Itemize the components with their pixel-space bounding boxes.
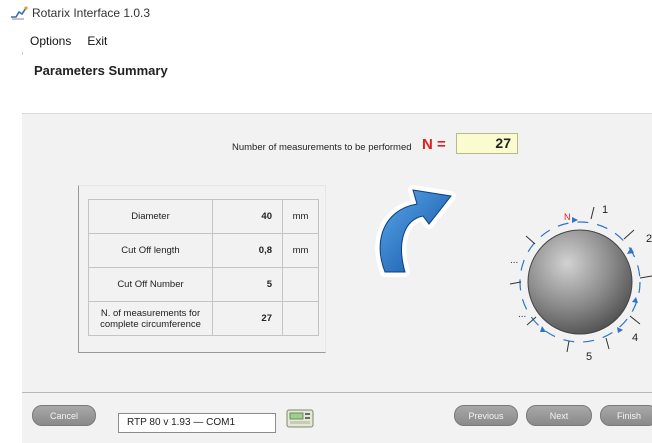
parameters-table: Diameter 40 mm Cut Off length 0,8 mm Cut… <box>88 199 319 336</box>
table-row: Cut Off length 0,8 mm <box>88 233 319 268</box>
position-label-2: 2 <box>646 233 652 245</box>
param-unit <box>282 267 319 302</box>
menu-bar: Options Exit <box>0 30 652 52</box>
ellipsis-lower: ... <box>518 309 526 320</box>
position-label-4: 4 <box>632 332 638 344</box>
previous-button[interactable]: Previous <box>454 405 518 426</box>
param-unit: mm <box>282 233 319 268</box>
param-unit: mm <box>282 199 319 234</box>
param-value: 40 <box>212 199 283 234</box>
ellipsis-upper: ... <box>510 255 518 266</box>
window-title: Rotarix Interface 1.0.3 <box>32 6 151 20</box>
param-unit <box>282 301 319 336</box>
param-name: N. of measurements for complete circumfe… <box>88 301 213 336</box>
footer-bar: Cancel RTP 80 v 1.93 — COM1 Previous Nex… <box>22 392 652 443</box>
param-value: 0,8 <box>212 233 283 268</box>
device-status-field: RTP 80 v 1.93 — COM1 <box>118 413 276 433</box>
table-row: N. of measurements for complete circumfe… <box>88 301 319 336</box>
measurements-label: Number of measurements to be performed <box>232 142 412 153</box>
finish-button[interactable]: Finish <box>600 405 652 426</box>
disc <box>527 229 633 335</box>
measurements-count-field[interactable]: 27 <box>456 133 518 154</box>
main-panel: Number of measurements to be performed N… <box>22 114 652 392</box>
param-name: Cut Off length <box>88 233 213 268</box>
device-icon <box>286 409 314 428</box>
table-row: Diameter 40 mm <box>88 199 319 234</box>
menu-exit[interactable]: Exit <box>81 34 113 48</box>
position-label-5: 5 <box>586 351 592 363</box>
cancel-button[interactable]: Cancel <box>32 405 96 426</box>
param-value: 27 <box>212 301 283 336</box>
position-label-1: 1 <box>602 204 608 216</box>
page-title: Parameters Summary <box>34 63 168 78</box>
next-button[interactable]: Next <box>526 405 592 426</box>
param-value: 5 <box>212 267 283 302</box>
n-symbol: N = <box>422 136 446 153</box>
param-name: Diameter <box>88 199 213 234</box>
page-header: Parameters Summary <box>22 55 652 114</box>
table-row: Cut Off Number 5 <box>88 267 319 302</box>
start-label: N <box>564 212 571 222</box>
measurement-circle-diagram: N 1 2 3 4 5 ... ... <box>509 204 652 363</box>
curved-arrow-icon <box>375 185 456 277</box>
rotarix-app-icon <box>11 6 28 20</box>
param-name: Cut Off Number <box>88 267 213 302</box>
title-bar: Rotarix Interface 1.0.3 <box>0 0 652 26</box>
menu-options[interactable]: Options <box>30 34 77 48</box>
